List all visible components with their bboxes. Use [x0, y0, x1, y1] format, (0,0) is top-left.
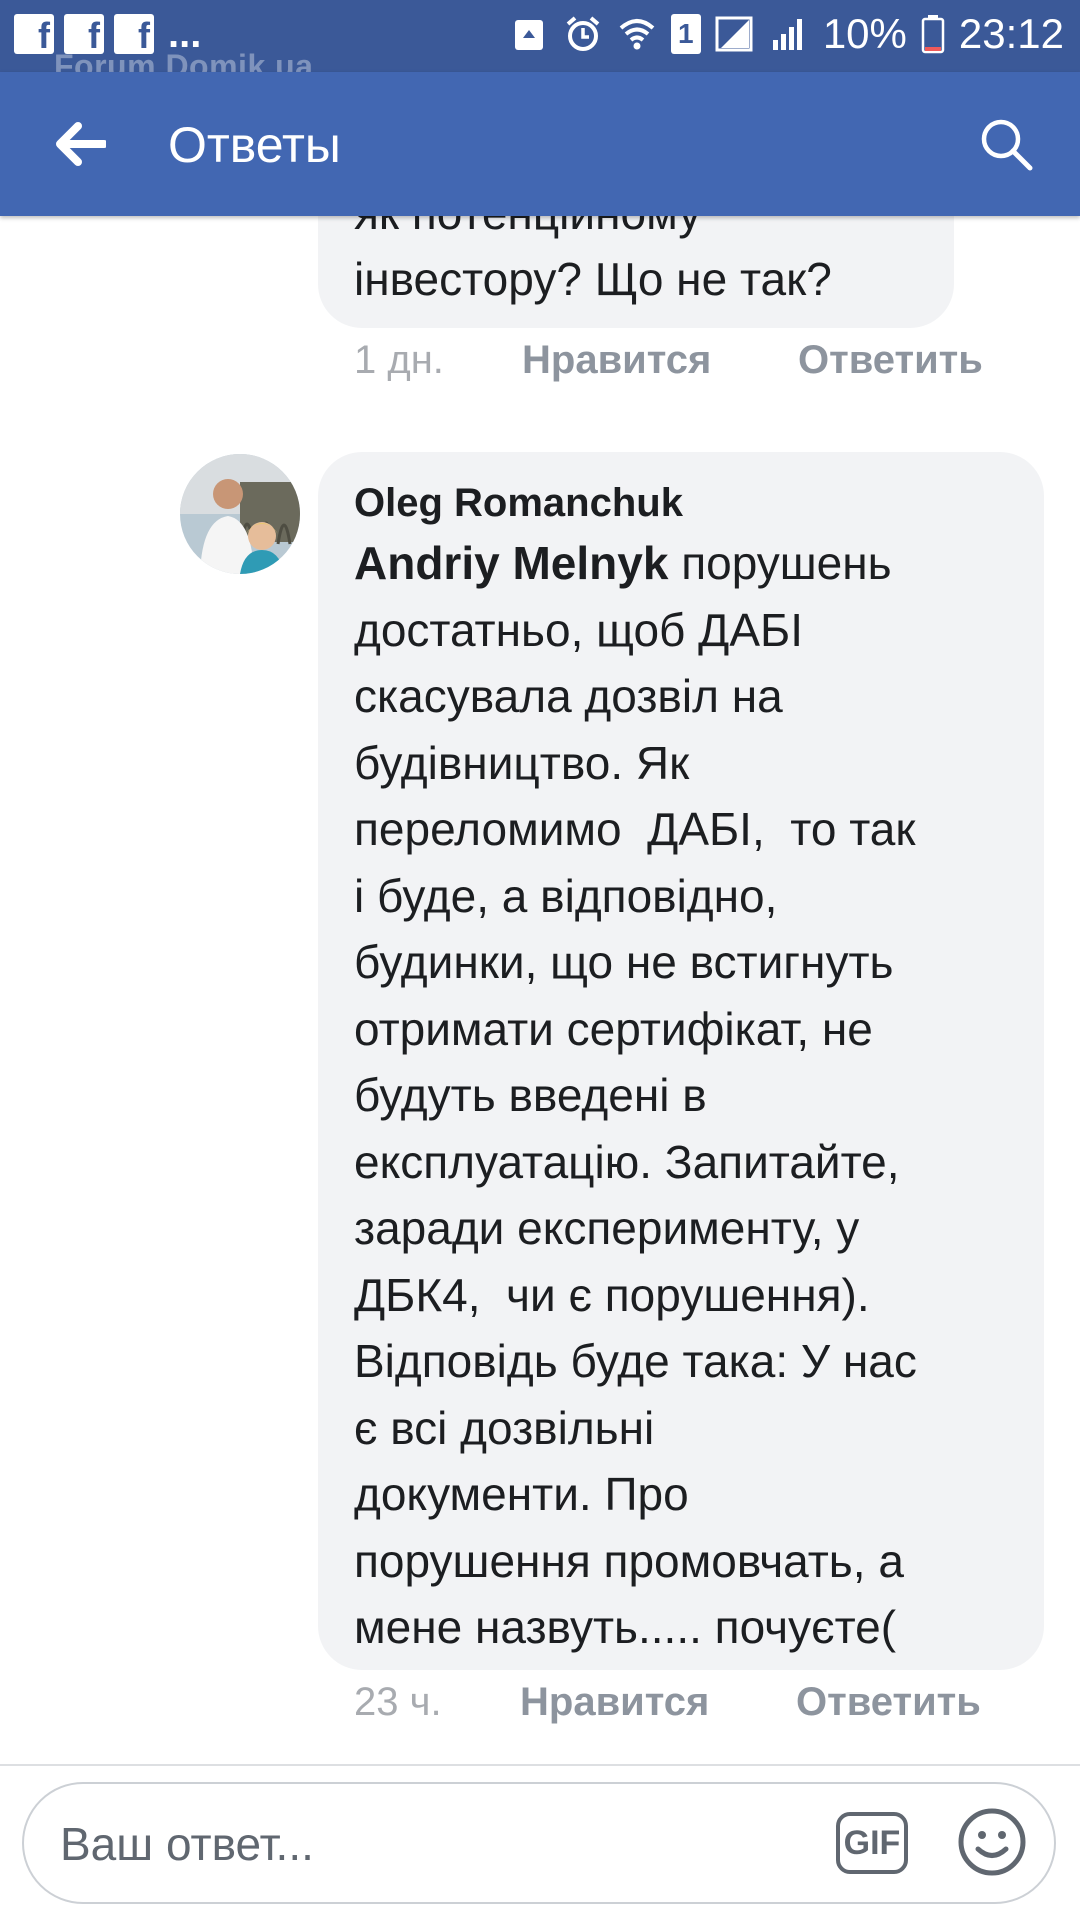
signal-icon: [772, 19, 802, 50]
comment-text-line: будинки, що не встигнуть: [354, 936, 894, 988]
comment-text-line: інвестору? Що не так?: [354, 253, 832, 305]
comment-bubble[interactable]: як потенційному інвестору? Що не так?: [318, 216, 954, 328]
alarm-icon: [566, 16, 600, 51]
battery-percent: 10%: [822, 10, 907, 57]
status-bar-system: 1 10% 23:12: [509, 10, 1064, 58]
comment-meta: 1 дн. Нравится Ответить: [354, 338, 983, 383]
comment-text-line: будівництво. Як: [354, 736, 690, 789]
page-title: Ответы: [168, 117, 341, 173]
comment-text-line: експлуатацію. Запитайте,: [354, 1135, 900, 1188]
comment-time: 23 ч.: [354, 1680, 442, 1724]
replies-thread: як потенційному інвестору? Що не так? 1 …: [0, 216, 1080, 1766]
comment-text-line: ДБК4, чи є порушення).: [354, 1268, 870, 1321]
like-button[interactable]: Нравится: [520, 1680, 796, 1725]
back-button[interactable]: [44, 112, 116, 176]
search-icon[interactable]: [976, 114, 1036, 174]
facebook-notification-icon: f: [14, 14, 54, 54]
reply-button[interactable]: Ответить: [798, 338, 983, 383]
comment-meta: 23 ч. Нравится Ответить: [354, 1680, 981, 1725]
signal-icon: [715, 16, 753, 52]
battery-icon: [921, 15, 945, 54]
comment-text-line: заради експерименту, у: [354, 1202, 860, 1254]
reply-composer: GIF: [22, 1782, 1056, 1904]
divider: [0, 1764, 1080, 1766]
wifi-icon: [619, 19, 655, 50]
emoji-smile-icon[interactable]: [956, 1806, 1028, 1878]
comment-text-line: є всі дозвільні: [354, 1401, 655, 1454]
sim-icon: 1: [670, 14, 701, 54]
comment-text-line: мене назвуть..... почуєте(: [354, 1601, 897, 1653]
comment-bubble[interactable]: Oleg Romanchuk Andriy Melnyk порушень до…: [318, 452, 1044, 1670]
comment-text-line: і буде, а відповідно,: [354, 869, 778, 922]
comment-text-line: як потенційному: [354, 216, 701, 246]
comment-text-line: порушення промовчать, а: [354, 1534, 904, 1587]
comment-text: Andriy Melnyk порушень достатньо, щоб ДА…: [354, 530, 1008, 1661]
app-bar: Ответы: [0, 72, 1080, 216]
clock: 23:12: [958, 10, 1064, 57]
like-button[interactable]: Нравится: [522, 338, 798, 383]
reply-button[interactable]: Ответить: [796, 1680, 981, 1725]
mention-link[interactable]: Andriy Melnyk: [354, 537, 668, 589]
avatar[interactable]: [180, 454, 300, 574]
comment-author[interactable]: Oleg Romanchuk: [354, 476, 1008, 530]
comment-text-line: скасувала дозвіл на: [354, 670, 783, 722]
comment-time: 1 дн.: [354, 338, 444, 382]
comment-text-line: будуть введені в: [354, 1069, 707, 1121]
recycle-icon: [514, 20, 543, 50]
comment-text-line: Andriy Melnyk порушень: [354, 530, 1008, 597]
gif-button[interactable]: GIF: [836, 1812, 908, 1874]
comment-text-line: Відповідь буде така: У нас: [354, 1335, 917, 1387]
comment-text-line: достатньо, щоб ДАБІ: [354, 603, 803, 656]
back-arrow-icon: [56, 122, 106, 166]
reply-input[interactable]: [58, 1812, 822, 1876]
comment-text-fragment: порушень: [668, 537, 892, 589]
comment-text-line: отримати сертифікат, не: [354, 1002, 873, 1055]
comment-text-line: переломимо ДАБІ, то так: [354, 803, 916, 855]
comment-text-line: документи. Про: [354, 1468, 689, 1520]
